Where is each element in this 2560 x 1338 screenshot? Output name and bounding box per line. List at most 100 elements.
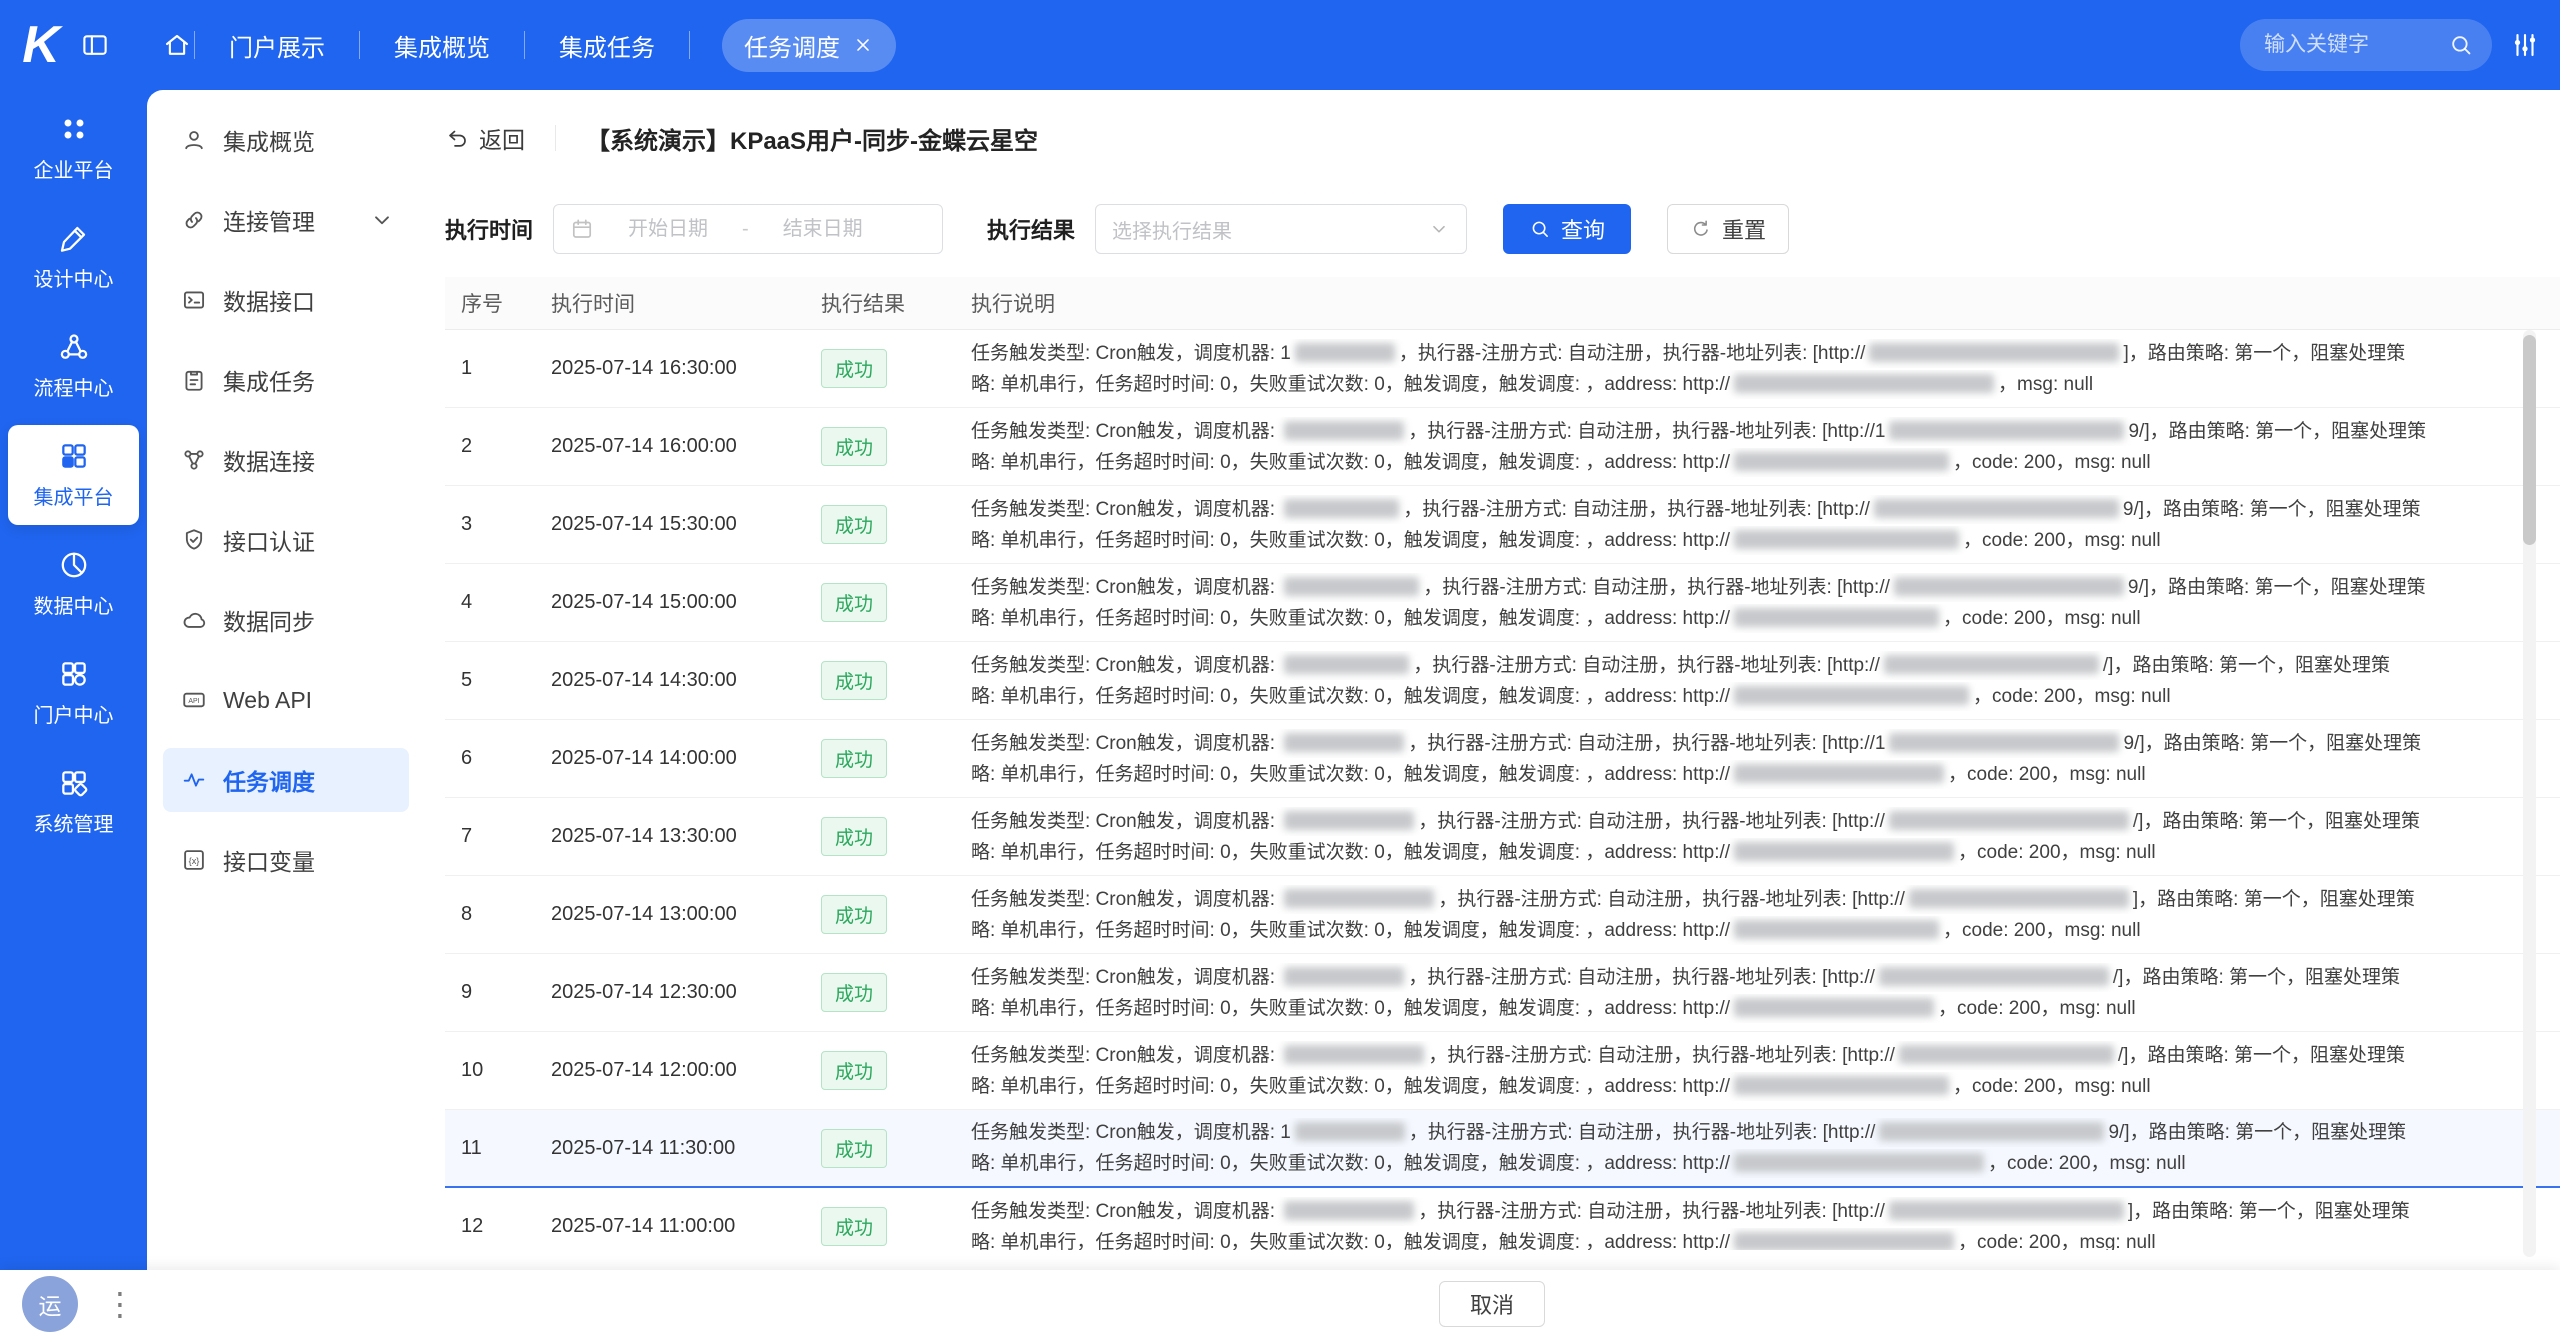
status-badge: 成功 bbox=[821, 1051, 887, 1090]
table-row[interactable]: 62025-07-14 14:00:00成功任务触发类型: Cron触发，调度机… bbox=[445, 720, 2560, 798]
desc-text: 9/]，路由策略: 第一个，阻塞处理策 bbox=[2108, 1122, 2406, 1143]
desc-text: ，执行器-注册方式: 自动注册，执行器-地址列表: [http:// bbox=[1418, 1201, 1885, 1222]
desc-text: 任务触发类型: Cron触发，调度机器: 1 bbox=[971, 1122, 1291, 1143]
table-row[interactable]: 32025-07-14 15:30:00成功任务触发类型: Cron触发，调度机… bbox=[445, 486, 2560, 564]
filter-sliders-icon[interactable] bbox=[2510, 30, 2540, 60]
reset-button[interactable]: 重置 bbox=[1667, 204, 1789, 254]
home-icon[interactable] bbox=[162, 30, 192, 60]
back-button[interactable]: 返回 bbox=[445, 121, 525, 155]
desc-line2: 略: 单机串行，任务超时时间: 0，失败重试次数: 0，触发调度，触发调度: ，… bbox=[971, 1149, 2560, 1178]
secondary-sidebar: 集成概览连接管理数据接口集成任务数据连接接口认证数据同步 APIWeb API 任务… bbox=[147, 90, 425, 1270]
desc-text: 任务触发类型: Cron触发，调度机器: bbox=[971, 811, 1280, 832]
top-nav-item[interactable]: 门户展示 bbox=[197, 28, 357, 63]
desc-line1: 任务触发类型: Cron触发，调度机器: ，执行器-注册方式: 自动注册，执行器… bbox=[971, 885, 2560, 914]
collapse-sidebar-icon[interactable] bbox=[80, 30, 110, 60]
subnav-item[interactable]: 接口认证 bbox=[163, 508, 409, 572]
subnav-item[interactable]: 数据接口 bbox=[163, 268, 409, 332]
end-date-input[interactable] bbox=[759, 218, 887, 241]
desc-line1: 任务触发类型: Cron触发，调度机器: ，执行器-注册方式: 自动注册，执行器… bbox=[971, 729, 2560, 758]
row-result: 成功 bbox=[821, 973, 971, 1012]
subnav-item-label: 数据接口 bbox=[223, 283, 315, 317]
subnav-item[interactable]: 集成概览 bbox=[163, 108, 409, 172]
keyword-search[interactable] bbox=[2240, 19, 2492, 71]
close-tab-icon[interactable] bbox=[852, 34, 874, 56]
scrollbar-thumb[interactable] bbox=[2523, 335, 2536, 545]
sidebar-item[interactable]: 数据中心 bbox=[8, 534, 139, 634]
redacted-blur bbox=[1734, 608, 1939, 627]
sidebar-item[interactable]: 系统管理 bbox=[8, 752, 139, 852]
desc-text: ，code: 200，msg: null bbox=[1943, 608, 2141, 629]
row-seq: 12 bbox=[461, 1215, 551, 1238]
desc-text: ，code: 200，msg: null bbox=[1953, 452, 2151, 473]
interface-icon bbox=[181, 287, 207, 313]
redacted-blur bbox=[1734, 452, 1949, 471]
table-row[interactable]: 102025-07-14 12:00:00成功任务触发类型: Cron触发，调度… bbox=[445, 1032, 2560, 1110]
subnav-item[interactable]: 数据同步 bbox=[163, 588, 409, 652]
redacted-blur bbox=[1889, 811, 2129, 830]
subnav-item[interactable]: {x}接口变量 bbox=[163, 828, 409, 892]
back-icon bbox=[445, 126, 469, 150]
sidebar-item-label: 企业平台 bbox=[34, 154, 114, 183]
desc-text: 略: 单机串行，任务超时时间: 0，失败重试次数: 0，触发调度，触发调度: ，… bbox=[971, 374, 1730, 395]
integration-icon bbox=[58, 440, 90, 472]
subnav-item[interactable]: 数据连接 bbox=[163, 428, 409, 492]
search-icon[interactable] bbox=[2448, 32, 2474, 58]
desc-text: 任务触发类型: Cron触发，调度机器: bbox=[971, 967, 1280, 988]
table-row[interactable]: 72025-07-14 13:30:00成功任务触发类型: Cron触发，调度机… bbox=[445, 798, 2560, 876]
subnav-item[interactable]: 集成任务 bbox=[163, 348, 409, 412]
subnav-item[interactable]: APIWeb API bbox=[163, 668, 409, 732]
desc-text: 略: 单机串行，任务超时时间: 0，失败重试次数: 0，触发调度，触发调度: ，… bbox=[971, 764, 1730, 785]
results-table: 序号 执行时间 执行结果 执行说明 12025-07-14 16:30:00成功… bbox=[445, 277, 2560, 1250]
date-range-picker[interactable]: - bbox=[553, 204, 943, 254]
subnav-item[interactable]: 任务调度 bbox=[163, 748, 409, 812]
row-desc: 任务触发类型: Cron触发，调度机器: ，执行器-注册方式: 自动注册，执行器… bbox=[971, 495, 2560, 555]
status-badge: 成功 bbox=[821, 427, 887, 466]
table-row[interactable]: 82025-07-14 13:00:00成功任务触发类型: Cron触发，调度机… bbox=[445, 876, 2560, 954]
exec-result-label: 执行结果 bbox=[987, 213, 1075, 245]
row-seq: 6 bbox=[461, 747, 551, 770]
more-options-icon[interactable]: ⋮ bbox=[104, 1288, 136, 1320]
top-nav-item[interactable]: 集成任务 bbox=[527, 28, 687, 63]
redacted-blur bbox=[1734, 764, 1944, 783]
subnav-item-label: 接口认证 bbox=[223, 523, 315, 557]
sidebar-item[interactable]: 企业平台 bbox=[8, 98, 139, 198]
sidebar-item[interactable]: 设计中心 bbox=[8, 207, 139, 307]
result-select[interactable]: 选择执行结果 bbox=[1095, 204, 1467, 254]
row-seq: 3 bbox=[461, 513, 551, 536]
table-row[interactable]: 122025-07-14 11:00:00成功任务触发类型: Cron触发，调度… bbox=[445, 1188, 2560, 1250]
svg-text:API: API bbox=[188, 698, 199, 705]
subnav-item[interactable]: 连接管理 bbox=[163, 188, 409, 252]
row-result: 成功 bbox=[821, 1129, 971, 1168]
top-nav-item[interactable]: 集成概览 bbox=[362, 28, 522, 63]
app-logo[interactable]: K bbox=[0, 0, 80, 90]
sidebar-item[interactable]: 门户中心 bbox=[8, 643, 139, 743]
search-input[interactable] bbox=[2264, 33, 2438, 57]
row-desc: 任务触发类型: Cron触发，调度机器: 1，执行器-注册方式: 自动注册，执行… bbox=[971, 339, 2560, 399]
overview-icon bbox=[181, 127, 207, 153]
table-row[interactable]: 92025-07-14 12:30:00成功任务触发类型: Cron触发，调度机… bbox=[445, 954, 2560, 1032]
table-row[interactable]: 112025-07-14 11:30:00成功任务触发类型: Cron触发，调度… bbox=[445, 1110, 2560, 1188]
chevron-down-icon bbox=[1428, 218, 1450, 240]
redacted-blur bbox=[1284, 655, 1409, 674]
active-tab[interactable]: 任务调度 bbox=[722, 19, 896, 72]
chevron-down-icon bbox=[369, 207, 395, 233]
row-time: 2025-07-14 11:00:00 bbox=[551, 1215, 821, 1238]
table-row[interactable]: 22025-07-14 16:00:00成功任务触发类型: Cron触发，调度机… bbox=[445, 408, 2560, 486]
header-divider bbox=[555, 125, 556, 151]
user-avatar[interactable]: 运 bbox=[22, 1276, 78, 1332]
table-row[interactable]: 12025-07-14 16:30:00成功任务触发类型: Cron触发，调度机… bbox=[445, 330, 2560, 408]
desc-text: ]，路由策略: 第一个，阻塞处理策 bbox=[2128, 1201, 2410, 1222]
desc-text: ，执行器-注册方式: 自动注册，执行器-地址列表: [http:// bbox=[1438, 889, 1905, 910]
start-date-input[interactable] bbox=[604, 218, 732, 241]
desc-text: 9/]，路由策略: 第一个，阻塞处理策 bbox=[2123, 499, 2421, 520]
row-seq: 7 bbox=[461, 825, 551, 848]
sidebar-item[interactable]: 流程中心 bbox=[8, 316, 139, 416]
cancel-button[interactable]: 取消 bbox=[1439, 1281, 1545, 1327]
portal-icon bbox=[58, 658, 90, 690]
table-row[interactable]: 52025-07-14 14:30:00成功任务触发类型: Cron触发，调度机… bbox=[445, 642, 2560, 720]
subnav-item-label: 数据连接 bbox=[223, 443, 315, 477]
sidebar-item[interactable]: 集成平台 bbox=[8, 425, 139, 525]
redacted-blur bbox=[1884, 655, 2099, 674]
table-row[interactable]: 42025-07-14 15:00:00成功任务触发类型: Cron触发，调度机… bbox=[445, 564, 2560, 642]
query-button[interactable]: 查询 bbox=[1503, 204, 1631, 254]
